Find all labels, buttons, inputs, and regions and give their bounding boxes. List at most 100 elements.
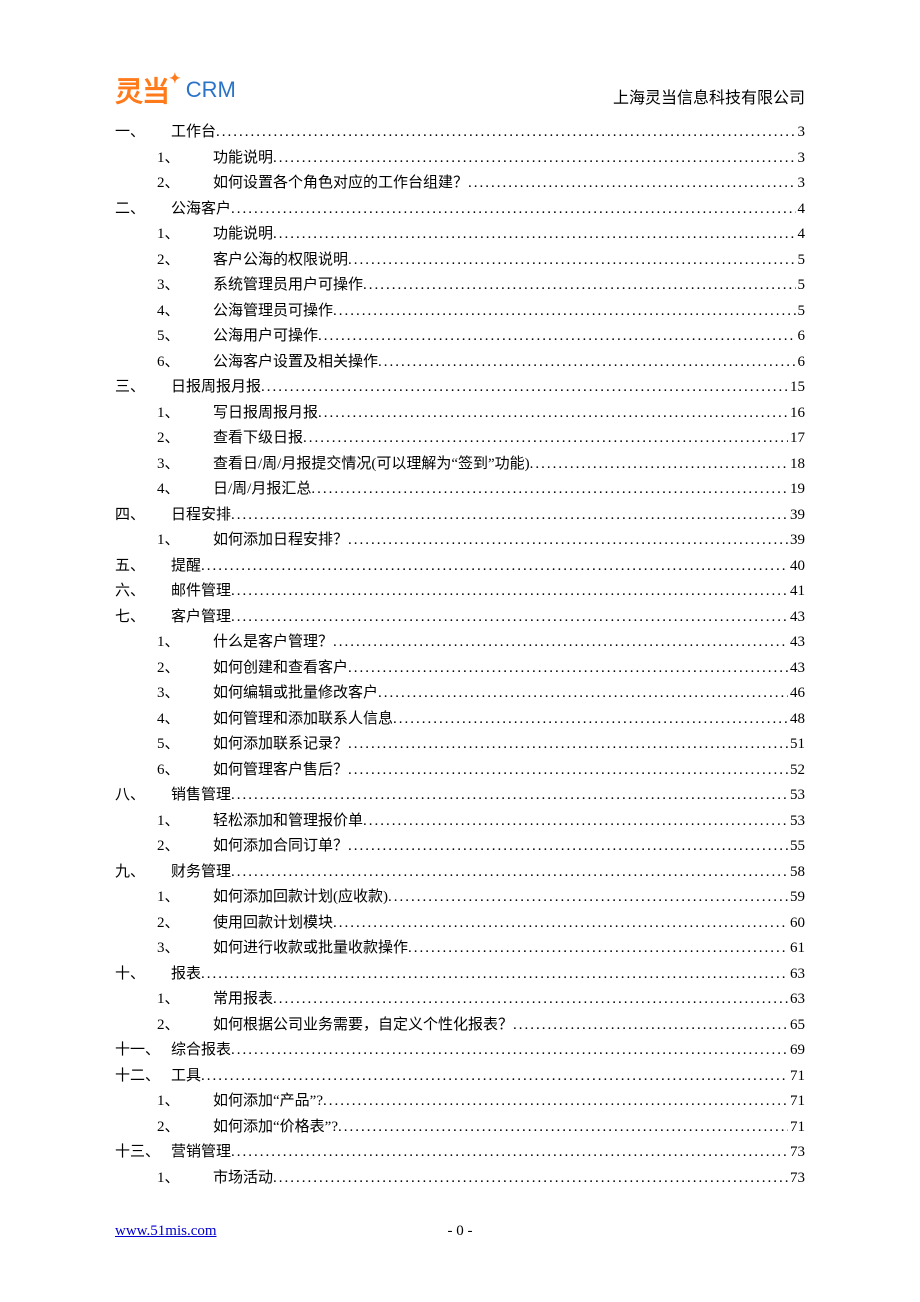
toc-leader-dots <box>303 426 788 452</box>
toc-leader-dots <box>201 962 788 988</box>
toc-leader-dots <box>273 222 795 248</box>
toc-entry-level1[interactable]: 十一、综合报表69 <box>115 1038 805 1064</box>
toc-entry-level2[interactable]: 2、查看下级日报17 <box>115 426 805 452</box>
toc-entry-level2[interactable]: 4、公海管理员可操作5 <box>115 299 805 325</box>
toc-entry-level2[interactable]: 2、使用回款计划模块60 <box>115 911 805 937</box>
toc-entry-title: 如何添加回款计划(应收款) <box>213 885 388 911</box>
toc-entry-level2[interactable]: 2、客户公海的权限说明5 <box>115 248 805 274</box>
toc-entry-title: 如何添加“价格表”? <box>213 1115 338 1141</box>
toc-entry-number: 1、 <box>157 222 213 248</box>
toc-entry-number: 七、 <box>115 605 171 631</box>
toc-entry-level2[interactable]: 3、如何进行收款或批量收款操作61 <box>115 936 805 962</box>
footer-link[interactable]: www.51mis.com <box>115 1223 217 1240</box>
toc-entry-title: 常用报表 <box>213 987 273 1013</box>
toc-entry-title: 公海客户设置及相关操作 <box>213 350 378 376</box>
toc-entry-page: 41 <box>788 579 805 605</box>
toc-entry-level2[interactable]: 5、如何添加联系记录？51 <box>115 732 805 758</box>
toc-entry-level1[interactable]: 十、报表63 <box>115 962 805 988</box>
toc-entry-level1[interactable]: 四、日程安排39 <box>115 503 805 529</box>
toc-entry-page: 46 <box>788 681 805 707</box>
toc-entry-number: 2、 <box>157 171 213 197</box>
toc-entry-level2[interactable]: 1、如何添加回款计划(应收款)59 <box>115 885 805 911</box>
toc-entry-page: 40 <box>788 554 805 580</box>
toc-entry-page: 6 <box>796 350 806 376</box>
toc-entry-level2[interactable]: 6、公海客户设置及相关操作 6 <box>115 350 805 376</box>
toc-entry-level2[interactable]: 2、如何设置各个角色对应的工作台组建？3 <box>115 171 805 197</box>
toc-entry-title: 如何设置各个角色对应的工作台组建？ <box>213 171 468 197</box>
toc-leader-dots <box>216 120 795 146</box>
toc-entry-number: 4、 <box>157 707 213 733</box>
toc-leader-dots <box>201 554 788 580</box>
toc-leader-dots <box>323 1089 788 1115</box>
toc-entry-level1[interactable]: 三、日报周报月报15 <box>115 375 805 401</box>
toc-leader-dots <box>231 1038 788 1064</box>
toc-entry-level1[interactable]: 五、提醒40 <box>115 554 805 580</box>
toc-entry-level2[interactable]: 2、如何根据公司业务需要，自定义个性化报表？65 <box>115 1013 805 1039</box>
toc-entry-level2[interactable]: 3、查看日/周/月报提交情况(可以理解为“签到”功能)18 <box>115 452 805 478</box>
toc-entry-level1[interactable]: 九、财务管理58 <box>115 860 805 886</box>
toc-entry-level2[interactable]: 2、如何创建和查看客户43 <box>115 656 805 682</box>
toc-entry-number: 1、 <box>157 528 213 554</box>
toc-entry-level2[interactable]: 1、如何添加“产品”?71 <box>115 1089 805 1115</box>
toc-entry-level1[interactable]: 二、公海客户4 <box>115 197 805 223</box>
toc-entry-number: 1、 <box>157 809 213 835</box>
toc-entry-level2[interactable]: 1、功能说明3 <box>115 146 805 172</box>
toc-entry-level2[interactable]: 2、如何添加合同订单？55 <box>115 834 805 860</box>
toc-entry-number: 1、 <box>157 1089 213 1115</box>
toc-entry-level2[interactable]: 3、系统管理员用户可操作5 <box>115 273 805 299</box>
toc-entry-level2[interactable]: 1、市场活动73 <box>115 1166 805 1192</box>
toc-entry-number: 6、 <box>157 758 213 784</box>
toc-entry-level1[interactable]: 十二、工具71 <box>115 1064 805 1090</box>
toc-entry-level2[interactable]: 1、功能说明4 <box>115 222 805 248</box>
toc-entry-title: 如何进行收款或批量收款操作 <box>213 936 408 962</box>
toc-entry-title: 功能说明 <box>213 146 273 172</box>
toc-entry-level2[interactable]: 3、如何编辑或批量修改客户46 <box>115 681 805 707</box>
toc-entry-level2[interactable]: 1、如何添加日程安排？39 <box>115 528 805 554</box>
toc-entry-number: 六、 <box>115 579 171 605</box>
toc-entry-level2[interactable]: 1、常用报表63 <box>115 987 805 1013</box>
toc-leader-dots <box>333 299 795 325</box>
toc-entry-number: 3、 <box>157 936 213 962</box>
toc-entry-number: 6、 <box>157 350 213 376</box>
toc-leader-dots <box>338 1115 788 1141</box>
toc-entry-number: 2、 <box>157 248 213 274</box>
toc-leader-dots <box>333 911 788 937</box>
toc-entry-level1[interactable]: 八、销售管理53 <box>115 783 805 809</box>
toc-entry-number: 一、 <box>115 120 171 146</box>
toc-leader-dots <box>388 885 788 911</box>
toc-entry-number: 三、 <box>115 375 171 401</box>
toc-entry-level1[interactable]: 十三、营销管理73 <box>115 1140 805 1166</box>
table-of-contents: 一、工作台31、功能说明32、如何设置各个角色对应的工作台组建？3二、公海客户4… <box>115 120 805 1191</box>
toc-entry-page: 43 <box>788 605 805 631</box>
toc-entry-page: 5 <box>796 248 806 274</box>
toc-entry-title: 如何添加“产品”? <box>213 1089 323 1115</box>
toc-entry-level2[interactable]: 2、如何添加“价格表”?71 <box>115 1115 805 1141</box>
toc-entry-page: 59 <box>788 885 805 911</box>
toc-leader-dots <box>231 860 788 886</box>
toc-entry-number: 3、 <box>157 452 213 478</box>
toc-entry-page: 55 <box>788 834 805 860</box>
toc-entry-level2[interactable]: 5、公海用户可操作6 <box>115 324 805 350</box>
toc-leader-dots <box>231 197 795 223</box>
toc-entry-title: 综合报表 <box>171 1038 231 1064</box>
toc-entry-page: 39 <box>788 528 805 554</box>
toc-entry-level2[interactable]: 1、写日报周报月报16 <box>115 401 805 427</box>
toc-entry-level2[interactable]: 4、如何管理和添加联系人信息48 <box>115 707 805 733</box>
toc-entry-page: 16 <box>788 401 805 427</box>
toc-entry-level2[interactable]: 6、如何管理客户售后？52 <box>115 758 805 784</box>
toc-entry-page: 5 <box>796 299 806 325</box>
toc-leader-dots <box>231 605 788 631</box>
toc-entry-level1[interactable]: 六、邮件管理41 <box>115 579 805 605</box>
toc-entry-level1[interactable]: 七、客户管理43 <box>115 605 805 631</box>
toc-leader-dots <box>348 248 795 274</box>
toc-entry-level2[interactable]: 1、轻松添加和管理报价单53 <box>115 809 805 835</box>
toc-entry-page: 48 <box>788 707 805 733</box>
toc-entry-title: 工作台 <box>171 120 216 146</box>
toc-leader-dots <box>468 171 795 197</box>
toc-entry-level2[interactable]: 1、什么是客户管理？43 <box>115 630 805 656</box>
toc-entry-title: 公海客户 <box>171 197 231 223</box>
toc-entry-page: 52 <box>788 758 805 784</box>
toc-entry-level2[interactable]: 4、日/周/月报汇总19 <box>115 477 805 503</box>
toc-entry-title: 如何根据公司业务需要，自定义个性化报表？ <box>213 1013 513 1039</box>
toc-entry-level1[interactable]: 一、工作台3 <box>115 120 805 146</box>
